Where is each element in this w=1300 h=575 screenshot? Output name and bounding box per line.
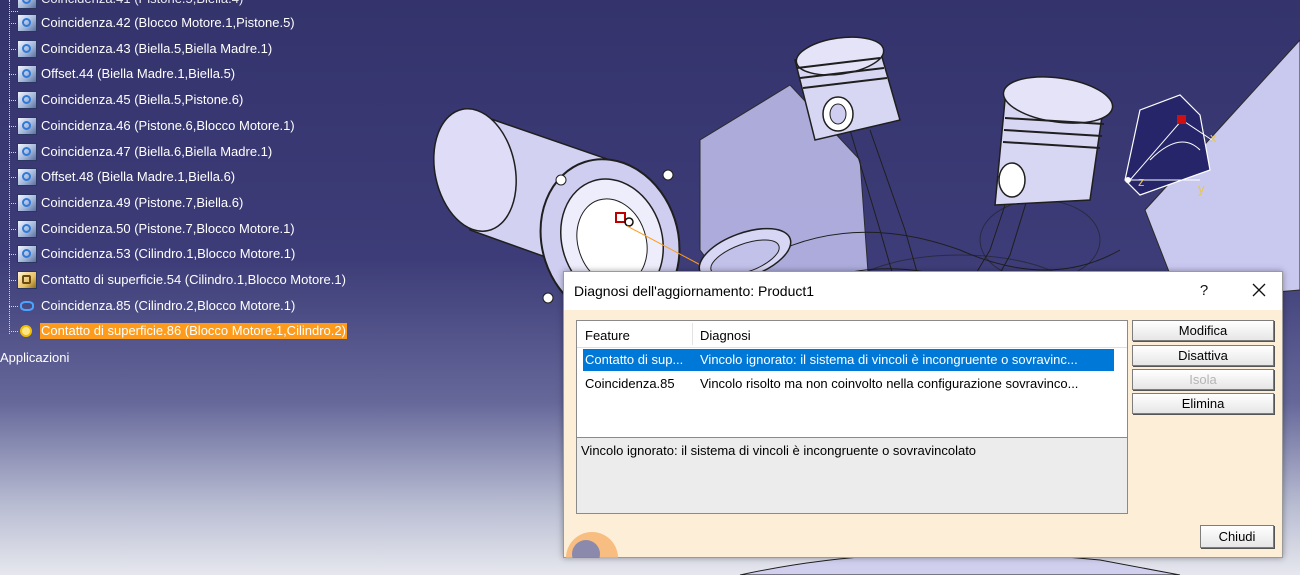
constraint-icon[interactable] (17, 39, 37, 58)
piston-part-2[interactable] (994, 71, 1116, 206)
diagnosis-list[interactable]: Feature Diagnosi Contatto di sup... Vinco… (576, 320, 1128, 438)
close-window-button[interactable] (1244, 276, 1274, 306)
help-button[interactable]: ? (1192, 279, 1216, 303)
tree-node-label[interactable]: Coincidenza.42 (Blocco Motore.1,Pistone.… (40, 15, 296, 31)
tree-node[interactable]: Coincidenza.45 (Biella.5,Pistone.6) (0, 89, 420, 111)
tree-node[interactable]: Coincidenza.47 (Biella.6,Biella Madre.1) (0, 141, 420, 163)
axis-y-label: y (1198, 181, 1205, 196)
tree-node[interactable]: Offset.44 (Biella Madre.1,Biella.5) (0, 63, 420, 85)
tree-node[interactable]: Coincidenza.53 (Cilindro.1,Blocco Motore… (0, 243, 420, 265)
feature-cell: Coincidenza.85 (585, 376, 675, 391)
tree-node[interactable]: Coincidenza.42 (Blocco Motore.1,Pistone.… (0, 12, 420, 34)
deactivate-button[interactable]: Disattiva (1132, 345, 1274, 366)
dialog-title: Diagnosi dell'aggiornamento: Product1 (574, 283, 815, 299)
tree-node[interactable]: Coincidenza.50 (Pistone.7,Blocco Motore.… (0, 218, 420, 240)
constraint-icon[interactable] (17, 91, 37, 110)
diagnosis-detail-text: Vincolo ignorato: il sistema di vincoli … (581, 443, 977, 458)
delete-button[interactable]: Elimina (1132, 393, 1274, 414)
tree-node-label[interactable]: Coincidenza.46 (Pistone.6,Blocco Motore.… (40, 118, 296, 134)
tree-node[interactable]: Coincidenza.43 (Biella.5,Biella Madre.1) (0, 38, 420, 60)
tree-node-label[interactable]: Coincidenza.43 (Biella.5,Biella Madre.1) (40, 41, 273, 57)
tree-node-label[interactable]: Coincidenza.45 (Biella.5,Pistone.6) (40, 92, 244, 108)
dialog-titlebar[interactable]: Diagnosi dell'aggiornamento: Product1 ? (564, 272, 1282, 310)
constraint-icon[interactable] (17, 0, 37, 9)
tree-node-label[interactable]: Coincidenza.47 (Biella.6,Biella Madre.1) (40, 144, 273, 160)
constraint-icon[interactable] (17, 193, 37, 212)
feature-cell: Contatto di sup... (585, 352, 684, 367)
dialog-corner-decoration (566, 532, 618, 558)
tree-node-label[interactable]: Coincidenza.85 (Cilindro.2,Blocco Motore… (40, 298, 296, 314)
tree-node-label[interactable]: Coincidenza.41 (Pistone.5,Biella.4) (40, 0, 244, 7)
update-diagnosis-dialog[interactable]: Diagnosi dell'aggiornamento: Product1 ? … (563, 271, 1283, 558)
tree-node-label[interactable]: Contatto di superficie.54 (Cilindro.1,Bl… (40, 272, 347, 288)
column-header-feature[interactable]: Feature (585, 328, 630, 343)
diagnosis-row[interactable]: Contatto di sup... Vincolo ignorato: il s… (583, 349, 1114, 371)
tree-node[interactable]: Contatto di superficie.54 (Cilindro.1,Bl… (0, 269, 420, 291)
axis-x-label: x (1210, 130, 1217, 145)
specification-tree[interactable]: Coincidenza.41 (Pistone.5,Biella.4) Coinc… (0, 0, 420, 380)
diagnosis-cell: Vincolo risolto ma non coinvolto nella c… (700, 376, 1079, 391)
contact-constraint-icon[interactable] (17, 271, 37, 289)
contact-broken-icon[interactable] (17, 322, 37, 340)
tree-node-label[interactable]: Offset.44 (Biella Madre.1,Biella.5) (40, 66, 236, 82)
constraint-icon[interactable] (17, 245, 37, 264)
constraint-icon[interactable] (17, 116, 37, 135)
diagnosis-detail-box: Vincolo ignorato: il sistema di vincoli … (576, 438, 1128, 514)
list-header: Feature Diagnosi (577, 321, 1127, 348)
tree-node[interactable]: Coincidenza.46 (Pistone.6,Blocco Motore.… (0, 115, 420, 137)
isolate-button[interactable]: Isola (1132, 369, 1274, 390)
constraint-icon[interactable] (17, 14, 37, 32)
axis-z-label: z (1138, 174, 1145, 189)
diagnosis-cell: Vincolo ignorato: il sistema di vincoli … (700, 352, 1078, 367)
tree-node[interactable]: Coincidenza.49 (Pistone.7,Biella.6) (0, 192, 420, 214)
constraint-icon[interactable] (17, 219, 37, 238)
close-button[interactable]: Chiudi (1200, 525, 1274, 548)
tree-node-label[interactable]: Coincidenza.53 (Cilindro.1,Blocco Motore… (40, 246, 296, 262)
tree-node-label[interactable]: Coincidenza.49 (Pistone.7,Biella.6) (40, 195, 244, 211)
constraint-icon[interactable] (17, 168, 37, 187)
tree-node[interactable]: Coincidenza.85 (Cilindro.2,Blocco Motore… (0, 295, 420, 317)
column-divider[interactable] (692, 323, 693, 345)
constraint-icon[interactable] (17, 65, 37, 84)
constraint-icon[interactable] (17, 142, 37, 161)
diagnosis-row[interactable]: Coincidenza.85 Vincolo risolto ma non coi… (583, 373, 1114, 395)
tree-node[interactable]: Contatto di superficie.86 (Blocco Motore… (0, 320, 420, 342)
tree-node[interactable]: Offset.48 (Biella Madre.1,Biella.6) (0, 166, 420, 188)
column-header-diagnosi[interactable]: Diagnosi (700, 328, 751, 343)
coincidence-ignored-icon[interactable] (17, 297, 37, 315)
close-icon (1252, 283, 1266, 297)
modify-button[interactable]: Modifica (1132, 320, 1274, 341)
tree-node-label[interactable]: Offset.48 (Biella Madre.1,Biella.6) (40, 169, 236, 185)
tree-node-label[interactable]: Coincidenza.50 (Pistone.7,Blocco Motore.… (40, 221, 296, 237)
tree-node-applicazioni[interactable]: Applicazioni (0, 350, 69, 365)
tree-node-label[interactable]: Contatto di superficie.86 (Blocco Motore… (40, 323, 347, 340)
